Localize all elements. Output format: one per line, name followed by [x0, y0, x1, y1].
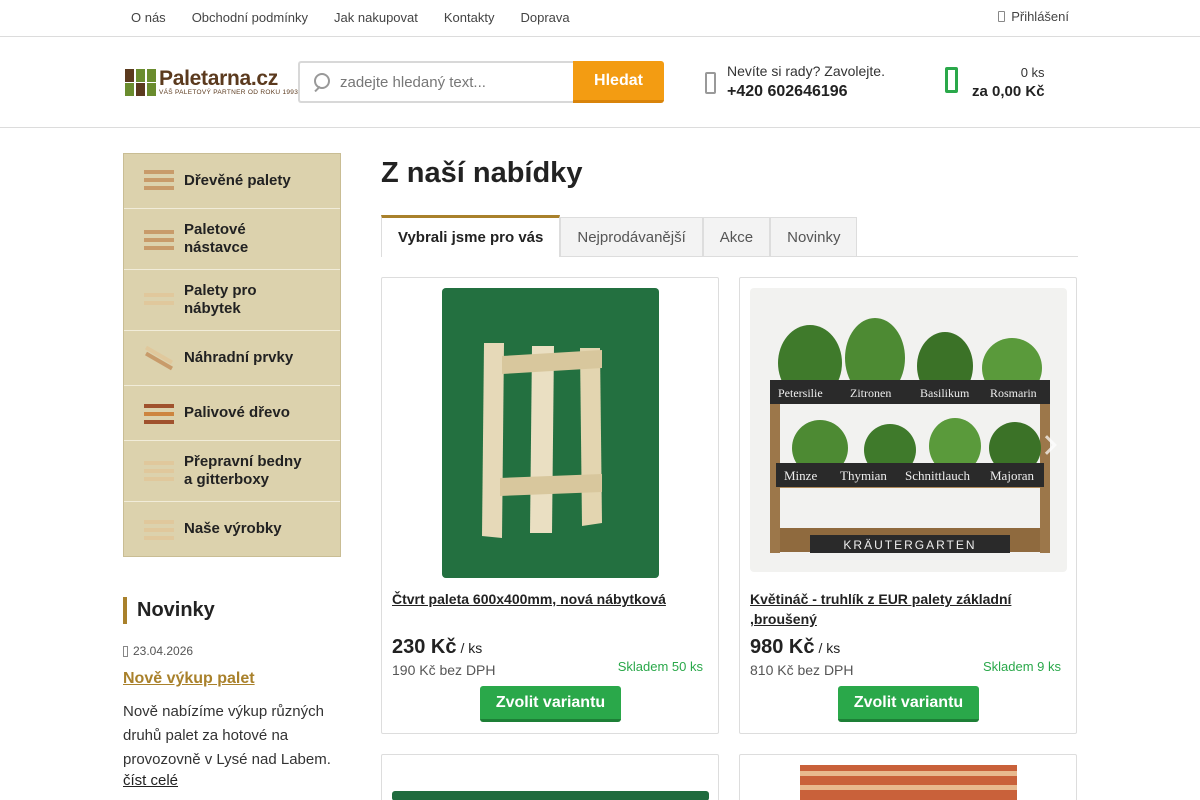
spare-parts-icon — [144, 345, 174, 371]
top-nav-jak-nakupovat[interactable]: Jak nakupovat — [334, 10, 418, 25]
phone-contact: Nevíte si rady? Zavolejte. +420 60264619… — [705, 62, 885, 101]
product-price-no-vat: 190 Kč bez DPH — [392, 662, 496, 678]
category-paletove-nastavce[interactable]: Paletové nástavce — [124, 209, 340, 270]
cart-total: za 0,00 Kč — [972, 83, 1045, 100]
crate-icon — [144, 458, 174, 484]
category-prepravni-bedny[interactable]: Přepravní bedny a gitterboxy — [124, 441, 340, 502]
category-label: Paletové nástavce — [184, 221, 249, 256]
cart[interactable]: 0 ks za 0,00 Kč — [945, 65, 1045, 100]
product-image-planter[interactable]: Petersilie Zitronen Basilikum Rosmarin M… — [750, 288, 1067, 572]
product-price-no-vat: 810 Kč bez DPH — [750, 662, 854, 678]
news-date: 23.04.2026 — [123, 644, 193, 658]
product-price-value: 980 Kč — [750, 636, 815, 658]
category-label: Naše výrobky — [184, 520, 282, 537]
category-nahradni-prvky[interactable]: Náhradní prvky — [124, 331, 340, 386]
news-read-more-link[interactable]: číst celé — [123, 772, 178, 789]
search-box — [298, 61, 573, 103]
news-title-link[interactable]: Nově výkup palet — [123, 670, 255, 688]
logo-icon — [125, 67, 157, 97]
pallet-icon — [144, 168, 174, 194]
planter-label: Rosmarin — [990, 386, 1037, 400]
user-icon — [998, 11, 1006, 22]
login-link[interactable]: Přihlášení — [998, 9, 1069, 24]
category-label: Palety pro nábytek — [184, 282, 257, 317]
product-price-value: 230 Kč — [392, 636, 457, 658]
logo[interactable]: Paletarna.cz VÁŠ PALETOVÝ PARTNER OD ROK… — [125, 67, 298, 97]
product-stock: Skladem 50 ks — [617, 659, 703, 674]
category-label: Přepravní bedny a gitterboxy — [184, 453, 302, 488]
top-nav-o-nas[interactable]: O nás — [131, 10, 166, 25]
top-nav: O nás Obchodní podmínky Jak nakupovat Ko… — [131, 10, 596, 25]
calendar-icon — [123, 645, 128, 657]
product-price: 230 Kč / ks — [392, 636, 482, 659]
news-date-text: 23.04.2026 — [133, 644, 194, 658]
choose-variant-button[interactable]: Zvolit variantu — [480, 686, 621, 722]
news-text: Nově nabízíme výkup různých druhů palet … — [123, 703, 331, 768]
top-nav-kontakty[interactable]: Kontakty — [444, 10, 495, 25]
header: Paletarna.cz VÁŠ PALETOVÝ PARTNER OD ROK… — [0, 37, 1200, 128]
category-label: Dřevěné palety — [184, 172, 291, 189]
tab-nejprodavanejsi[interactable]: Nejprodávanější — [560, 217, 703, 256]
tab-vybrali-jsme-pro-vas[interactable]: Vybrali jsme pro vás — [381, 215, 561, 257]
product-name-link[interactable]: Čtvrt paleta 600x400mm, nová nábytková — [392, 589, 702, 609]
top-nav-doprava[interactable]: Doprava — [520, 10, 569, 25]
product-stock: Skladem 9 ks — [982, 659, 1061, 674]
pallet-collar-icon — [144, 226, 174, 252]
search-input[interactable] — [340, 73, 560, 91]
category-label: Palivové dřevo — [184, 404, 290, 421]
product-image[interactable] — [392, 791, 709, 800]
product-price-unit: / ks — [818, 640, 841, 656]
product-image[interactable] — [800, 765, 1017, 800]
planter-label: Zitronen — [850, 386, 891, 400]
category-palivove-drevo[interactable]: Palivové dřevo — [124, 386, 340, 441]
product-card: Čtvrt paleta 600x400mm, nová nábytková 2… — [381, 277, 719, 734]
login-label: Přihlášení — [1011, 9, 1069, 24]
product-card: Petersilie Zitronen Basilikum Rosmarin M… — [739, 277, 1077, 734]
product-price: 980 Kč / ks — [750, 636, 840, 659]
planter-label: Petersilie — [778, 386, 823, 400]
product-name-link[interactable]: Květináč - truhlík z EUR palety základní… — [750, 589, 1060, 629]
product-card — [381, 754, 719, 800]
tab-akce[interactable]: Akce — [702, 217, 771, 256]
category-drevene-palety[interactable]: Dřevěné palety — [124, 154, 340, 209]
phone-number[interactable]: +420 602646196 — [727, 83, 885, 101]
top-nav-obchodni-podminky[interactable]: Obchodní podmínky — [192, 10, 308, 25]
category-menu: Dřevěné palety Paletové nástavce Palety … — [123, 153, 341, 557]
tab-novinky[interactable]: Novinky — [770, 217, 858, 256]
news-heading: Novinky — [123, 597, 215, 624]
cart-icon — [945, 67, 958, 93]
phone-question: Nevíte si rady? Zavolejte. — [727, 63, 885, 79]
logo-tagline: VÁŠ PALETOVÝ PARTNER OD ROKU 1993 — [159, 88, 299, 96]
search-icon — [312, 73, 330, 91]
planter-label: Majoran — [990, 468, 1035, 483]
planter-label: Schnittlauch — [905, 468, 970, 483]
logo-name: Paletarna.cz — [159, 66, 278, 90]
search-button[interactable]: Hledat — [573, 61, 664, 103]
product-image-quarter-pallet[interactable] — [442, 288, 659, 578]
product-tabs: Vybrali jsme pro vás Nejprodávanější Akc… — [381, 215, 1078, 257]
cart-count: 0 ks — [1020, 65, 1045, 80]
products-icon — [144, 516, 174, 542]
choose-variant-button[interactable]: Zvolit variantu — [838, 686, 979, 722]
search-form: Hledat — [298, 61, 664, 103]
product-card — [739, 754, 1077, 800]
top-bar: O nás Obchodní podmínky Jak nakupovat Ko… — [0, 0, 1200, 37]
product-price-unit: / ks — [460, 640, 483, 656]
furniture-pallet-icon — [144, 287, 174, 313]
category-nase-vyrobky[interactable]: Naše výrobky — [124, 502, 340, 556]
planter-label: Basilikum — [920, 386, 970, 400]
firewood-icon — [144, 400, 174, 426]
category-label: Náhradní prvky — [184, 349, 294, 366]
page-title: Z naší nabídky — [381, 157, 583, 189]
planter-label: KRÄUTERGARTEN — [843, 538, 976, 552]
category-palety-pro-nabytek[interactable]: Palety pro nábytek — [124, 270, 340, 331]
phone-icon — [705, 72, 716, 94]
planter-label: Minze — [784, 468, 817, 483]
planter-label: Thymian — [840, 468, 887, 483]
